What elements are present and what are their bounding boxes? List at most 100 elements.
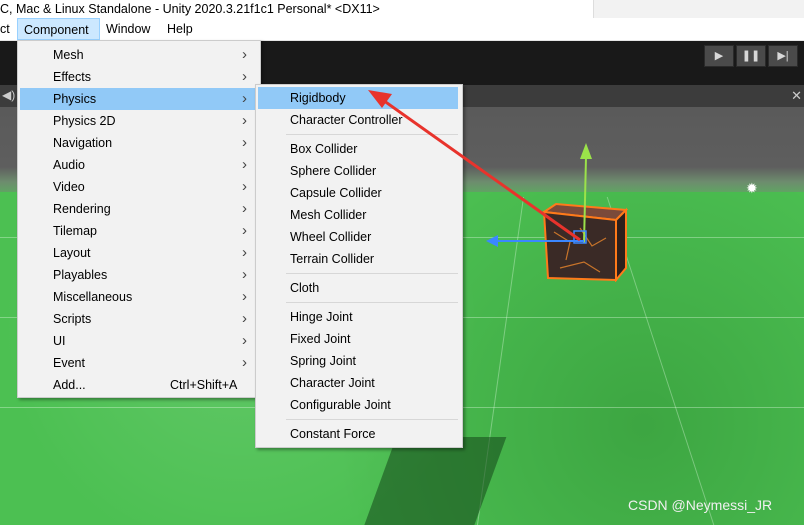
menu-item-label: Rendering bbox=[53, 202, 111, 216]
submenu-arrow-icon: › bbox=[242, 134, 247, 151]
menu-item-character-joint[interactable]: Character Joint bbox=[258, 372, 458, 394]
submenu-arrow-icon: › bbox=[242, 266, 247, 283]
menu-item-label: Mesh Collider bbox=[290, 208, 367, 222]
pause-button[interactable]: ❚❚ bbox=[736, 45, 766, 67]
window-controls-area[interactable] bbox=[593, 0, 804, 18]
physics-submenu: Rigidbody Character Controller Box Collide… bbox=[255, 84, 463, 448]
menu-item-terrain-collider[interactable]: Terrain Collider bbox=[258, 248, 458, 270]
menu-item-label: Navigation bbox=[53, 136, 113, 150]
menu-item-label: Cloth bbox=[290, 281, 320, 295]
title-bar: C, Mac & Linux Standalone - Unity 2020.3… bbox=[0, 0, 804, 18]
menu-item-label: Add... bbox=[53, 378, 86, 392]
menu-item-sphere-collider[interactable]: Sphere Collider bbox=[258, 160, 458, 182]
menu-item-character-controller[interactable]: Character Controller bbox=[258, 109, 458, 131]
menu-item-wheel-collider[interactable]: Wheel Collider bbox=[258, 226, 458, 248]
transform-gizmo[interactable] bbox=[480, 137, 620, 257]
menu-item-spring-joint[interactable]: Spring Joint bbox=[258, 350, 458, 372]
menu-item-fixed-joint[interactable]: Fixed Joint bbox=[258, 328, 458, 350]
submenu-arrow-icon: › bbox=[242, 354, 247, 371]
play-button[interactable]: ▶ bbox=[704, 45, 734, 67]
tools-icon[interactable]: ✕ bbox=[791, 88, 802, 104]
audio-toggle-icon[interactable]: ◀) bbox=[2, 88, 15, 102]
menu-item-label: Sphere Collider bbox=[290, 164, 377, 178]
menu-item-label: Configurable Joint bbox=[290, 398, 391, 412]
submenu-arrow-icon: › bbox=[242, 46, 247, 63]
component-menu: Mesh › Effects › Physics › Physics 2D › Navigati… bbox=[17, 40, 261, 398]
menu-item-label: Fixed Joint bbox=[290, 332, 351, 346]
menu-item-label: Constant Force bbox=[290, 427, 376, 441]
menu-item-scripts[interactable]: Scripts › bbox=[20, 308, 256, 330]
menu-window[interactable]: Window bbox=[106, 18, 156, 40]
menu-item-label: Tilemap bbox=[53, 224, 97, 238]
menu-item-navigation[interactable]: Navigation › bbox=[20, 132, 256, 154]
menu-item-label: Miscellaneous bbox=[53, 290, 133, 304]
playmode-controls: ▶ ❚❚ ▶| bbox=[704, 45, 798, 67]
menu-separator bbox=[286, 302, 458, 303]
menu-item-hinge-joint[interactable]: Hinge Joint bbox=[258, 306, 458, 328]
menu-item-label: Physics 2D bbox=[53, 114, 116, 128]
submenu-arrow-icon: › bbox=[242, 332, 247, 349]
submenu-arrow-icon: › bbox=[242, 200, 247, 217]
menu-item-label: Wheel Collider bbox=[290, 230, 372, 244]
submenu-arrow-icon: › bbox=[242, 112, 247, 129]
menu-item-label: Box Collider bbox=[290, 142, 358, 156]
menu-item-tilemap[interactable]: Tilemap › bbox=[20, 220, 256, 242]
menu-item-rigidbody[interactable]: Rigidbody bbox=[258, 87, 458, 109]
menu-item-label: UI bbox=[53, 334, 66, 348]
menu-item-mesh[interactable]: Mesh › bbox=[20, 44, 256, 66]
menu-item-ui[interactable]: UI › bbox=[20, 330, 256, 352]
submenu-arrow-icon: › bbox=[242, 90, 247, 107]
menu-project[interactable]: ct bbox=[0, 18, 16, 40]
menu-item-event[interactable]: Event › bbox=[20, 352, 256, 374]
window-title: C, Mac & Linux Standalone - Unity 2020.3… bbox=[0, 2, 380, 16]
menu-item-constant-force[interactable]: Constant Force bbox=[258, 423, 458, 445]
menu-item-rendering[interactable]: Rendering › bbox=[20, 198, 256, 220]
menu-item-effects[interactable]: Effects › bbox=[20, 66, 256, 88]
menu-item-video[interactable]: Video › bbox=[20, 176, 256, 198]
menu-item-label: Scripts bbox=[53, 312, 92, 326]
menu-item-label: Effects bbox=[53, 70, 91, 84]
menu-help[interactable]: Help bbox=[167, 18, 201, 40]
menu-item-cloth[interactable]: Cloth bbox=[258, 277, 458, 299]
menu-item-configurable-joint[interactable]: Configurable Joint bbox=[258, 394, 458, 416]
submenu-arrow-icon: › bbox=[242, 222, 247, 239]
step-button[interactable]: ▶| bbox=[768, 45, 798, 67]
menu-item-miscellaneous[interactable]: Miscellaneous › bbox=[20, 286, 256, 308]
menu-item-mesh-collider[interactable]: Mesh Collider bbox=[258, 204, 458, 226]
menu-item-label: Capsule Collider bbox=[290, 186, 382, 200]
submenu-arrow-icon: › bbox=[242, 310, 247, 327]
menu-separator bbox=[286, 273, 458, 274]
menu-item-layout[interactable]: Layout › bbox=[20, 242, 256, 264]
menu-separator bbox=[286, 134, 458, 135]
submenu-arrow-icon: › bbox=[242, 156, 247, 173]
submenu-arrow-icon: › bbox=[242, 68, 247, 85]
menu-item-audio[interactable]: Audio › bbox=[20, 154, 256, 176]
menu-item-capsule-collider[interactable]: Capsule Collider bbox=[258, 182, 458, 204]
menu-item-label: Spring Joint bbox=[290, 354, 357, 368]
menu-item-box-collider[interactable]: Box Collider bbox=[258, 138, 458, 160]
menu-item-add[interactable]: Add... Ctrl+Shift+A bbox=[20, 374, 256, 396]
submenu-arrow-icon: › bbox=[242, 178, 247, 195]
menu-item-label: Character Joint bbox=[290, 376, 375, 390]
menu-item-physics-2d[interactable]: Physics 2D › bbox=[20, 110, 256, 132]
menu-item-shortcut: Ctrl+Shift+A bbox=[170, 378, 238, 392]
menu-component[interactable]: Component bbox=[17, 18, 100, 40]
menu-item-label: Playables bbox=[53, 268, 108, 282]
sun-icon: ✹ bbox=[746, 180, 758, 196]
menu-item-label: Character Controller bbox=[290, 113, 403, 127]
menu-item-label: Hinge Joint bbox=[290, 310, 353, 324]
menu-item-label: Event bbox=[53, 356, 85, 370]
menu-item-label: Mesh bbox=[53, 48, 84, 62]
menu-item-physics[interactable]: Physics › bbox=[20, 88, 256, 110]
watermark: CSDN @Neymessi_JR bbox=[628, 497, 773, 513]
menu-item-label: Physics bbox=[53, 92, 97, 106]
submenu-arrow-icon: › bbox=[242, 288, 247, 305]
menu-item-label: Terrain Collider bbox=[290, 252, 375, 266]
menu-separator bbox=[286, 419, 458, 420]
menu-bar: ct Component Window Help bbox=[0, 18, 804, 41]
menu-item-playables[interactable]: Playables › bbox=[20, 264, 256, 286]
menu-item-label: Audio bbox=[53, 158, 85, 172]
menu-item-label: Layout bbox=[53, 246, 91, 260]
menu-item-label: Video bbox=[53, 180, 85, 194]
submenu-arrow-icon: › bbox=[242, 244, 247, 261]
